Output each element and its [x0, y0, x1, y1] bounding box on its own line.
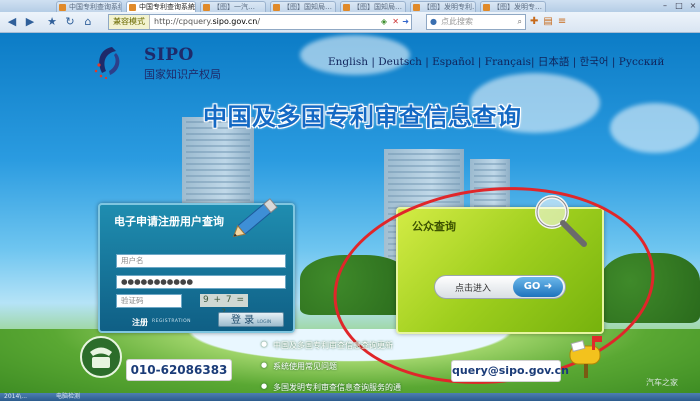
- mailbox-icon: [569, 336, 602, 378]
- tab-label: 【图】国知局…: [283, 3, 332, 11]
- url-suffix: /: [257, 17, 261, 26]
- minimize-icon[interactable]: –: [658, 0, 672, 12]
- compat-mode-badge[interactable]: 兼容模式: [109, 15, 150, 29]
- browser-navbar: ◀ ▶ ★ ↻ ⌂ 兼容模式 http://cpquery.sipo.gov.cn…: [0, 12, 700, 33]
- watermark: 汽车之家: [646, 378, 678, 387]
- browser-tab[interactable]: 【图】一汽…: [200, 1, 266, 12]
- news-item[interactable]: 多国发明专利审查信息查询服务的通: [261, 382, 451, 393]
- security-shield-icon[interactable]: ◈: [381, 15, 387, 29]
- captcha-image[interactable]: 9 + 7 = ?: [200, 294, 248, 318]
- tab-label: 中国专利查询系统: [69, 3, 122, 11]
- tab-label: 【图】发明专利…: [423, 3, 476, 11]
- login-button[interactable]: 登 录 LOGIN: [218, 312, 284, 327]
- page-title: 中国及多国专利审查信息查询: [203, 103, 522, 131]
- taskbar-item[interactable]: 电脑检测: [56, 393, 80, 401]
- refresh-icon[interactable]: ↻: [62, 14, 78, 30]
- favicon-icon: [129, 4, 136, 11]
- back-icon[interactable]: ◀: [4, 14, 20, 30]
- search-placeholder: 点此搜索: [441, 17, 473, 26]
- login-en-label: LOGIN: [257, 320, 272, 325]
- telephone-icon: [80, 336, 122, 378]
- browser-toolbar: ✚ ▤ ≡: [530, 14, 566, 30]
- favicon-icon: [273, 4, 280, 11]
- browser-tab-active[interactable]: 中国专利查询系统 ×: [126, 1, 196, 12]
- browser-tab[interactable]: 【图】国知局…: [270, 1, 336, 12]
- forward-icon[interactable]: ▶: [22, 14, 38, 30]
- news-item[interactable]: 中国及多国专利审查信息查询更新: [261, 340, 451, 351]
- favicon-icon: [59, 4, 66, 11]
- address-bar[interactable]: 兼容模式 http://cpquery.sipo.gov.cn/ ◈ ✕ ➜: [108, 14, 412, 30]
- language-links[interactable]: English | Deutsch | Español | Français| …: [328, 54, 664, 69]
- favorites-star-icon[interactable]: ★: [44, 14, 60, 30]
- favicon-icon: [413, 4, 420, 11]
- cloud-decoration: [610, 103, 700, 153]
- home-icon[interactable]: ⌂: [80, 14, 96, 30]
- settings-icon[interactable]: ≡: [558, 14, 566, 30]
- logo-subtitle: 国家知识产权局: [144, 68, 221, 81]
- browser-tab[interactable]: 【图】发明专利…: [410, 1, 476, 12]
- close-window-icon[interactable]: ×: [686, 0, 700, 12]
- tab-label: 【图】一汽…: [213, 3, 255, 11]
- register-en-label: REGISTRATION: [152, 319, 192, 324]
- news-list: 中国及多国专利审查信息查询更新 系统使用常见问题 多国发明专利审查信息查询服务的…: [261, 340, 451, 393]
- url-prefix: http://cpquery.: [154, 17, 213, 26]
- close-tab-icon[interactable]: ×: [187, 2, 193, 12]
- sidebar-icon[interactable]: ▤: [543, 14, 552, 30]
- search-box[interactable]: ● 点此搜索 ⌕: [426, 14, 526, 30]
- login-button-label: 登 录: [231, 315, 255, 326]
- favicon-icon: [483, 4, 490, 11]
- maximize-icon[interactable]: □: [672, 0, 686, 12]
- password-input[interactable]: ●●●●●●●●●●●: [116, 275, 286, 289]
- taskbar-item[interactable]: 2014\...: [4, 393, 27, 401]
- captcha-input[interactable]: 验证码: [116, 294, 182, 308]
- address-url: http://cpquery.sipo.gov.cn/: [150, 17, 260, 26]
- register-link[interactable]: 注册: [132, 317, 148, 328]
- hotline-number: 010-62086383: [126, 359, 232, 381]
- favicon-icon: [203, 4, 210, 11]
- search-engine-icon[interactable]: ●: [430, 15, 437, 29]
- browser-tab[interactable]: 【图】发明专…: [480, 1, 546, 12]
- tab-label: 【图】发明专…: [493, 3, 542, 11]
- os-taskbar: 2014\... 电脑检测: [0, 393, 700, 401]
- favicon-icon: [343, 4, 350, 11]
- extension-icon[interactable]: ✚: [530, 14, 538, 30]
- page-content: SIPO 国家知识产权局 English | Deutsch | Español…: [0, 33, 700, 393]
- news-item[interactable]: 系统使用常见问题: [261, 361, 451, 372]
- go-arrow-icon[interactable]: ➜: [402, 15, 409, 29]
- sipo-logo[interactable]: SIPO 国家知识产权局: [92, 43, 242, 83]
- browser-tab[interactable]: 中国专利查询系统: [56, 1, 122, 12]
- login-panel-title: 电子申请注册用户查询: [114, 215, 224, 228]
- username-input[interactable]: 用户名: [116, 254, 286, 268]
- browser-tab[interactable]: 【图】国知局…: [340, 1, 406, 12]
- logo-name: SIPO: [144, 45, 194, 65]
- search-icon[interactable]: ⌕: [518, 15, 522, 29]
- sipo-emblem-icon: [94, 47, 120, 79]
- tab-label: 【图】国知局…: [353, 3, 402, 11]
- window-controls: – □ ×: [658, 0, 700, 12]
- support-email[interactable]: query@sipo.gov.cn: [451, 360, 569, 382]
- url-domain: sipo.gov.cn: [212, 17, 258, 26]
- pencil-icon: [232, 198, 278, 238]
- stop-icon[interactable]: ✕: [392, 15, 399, 29]
